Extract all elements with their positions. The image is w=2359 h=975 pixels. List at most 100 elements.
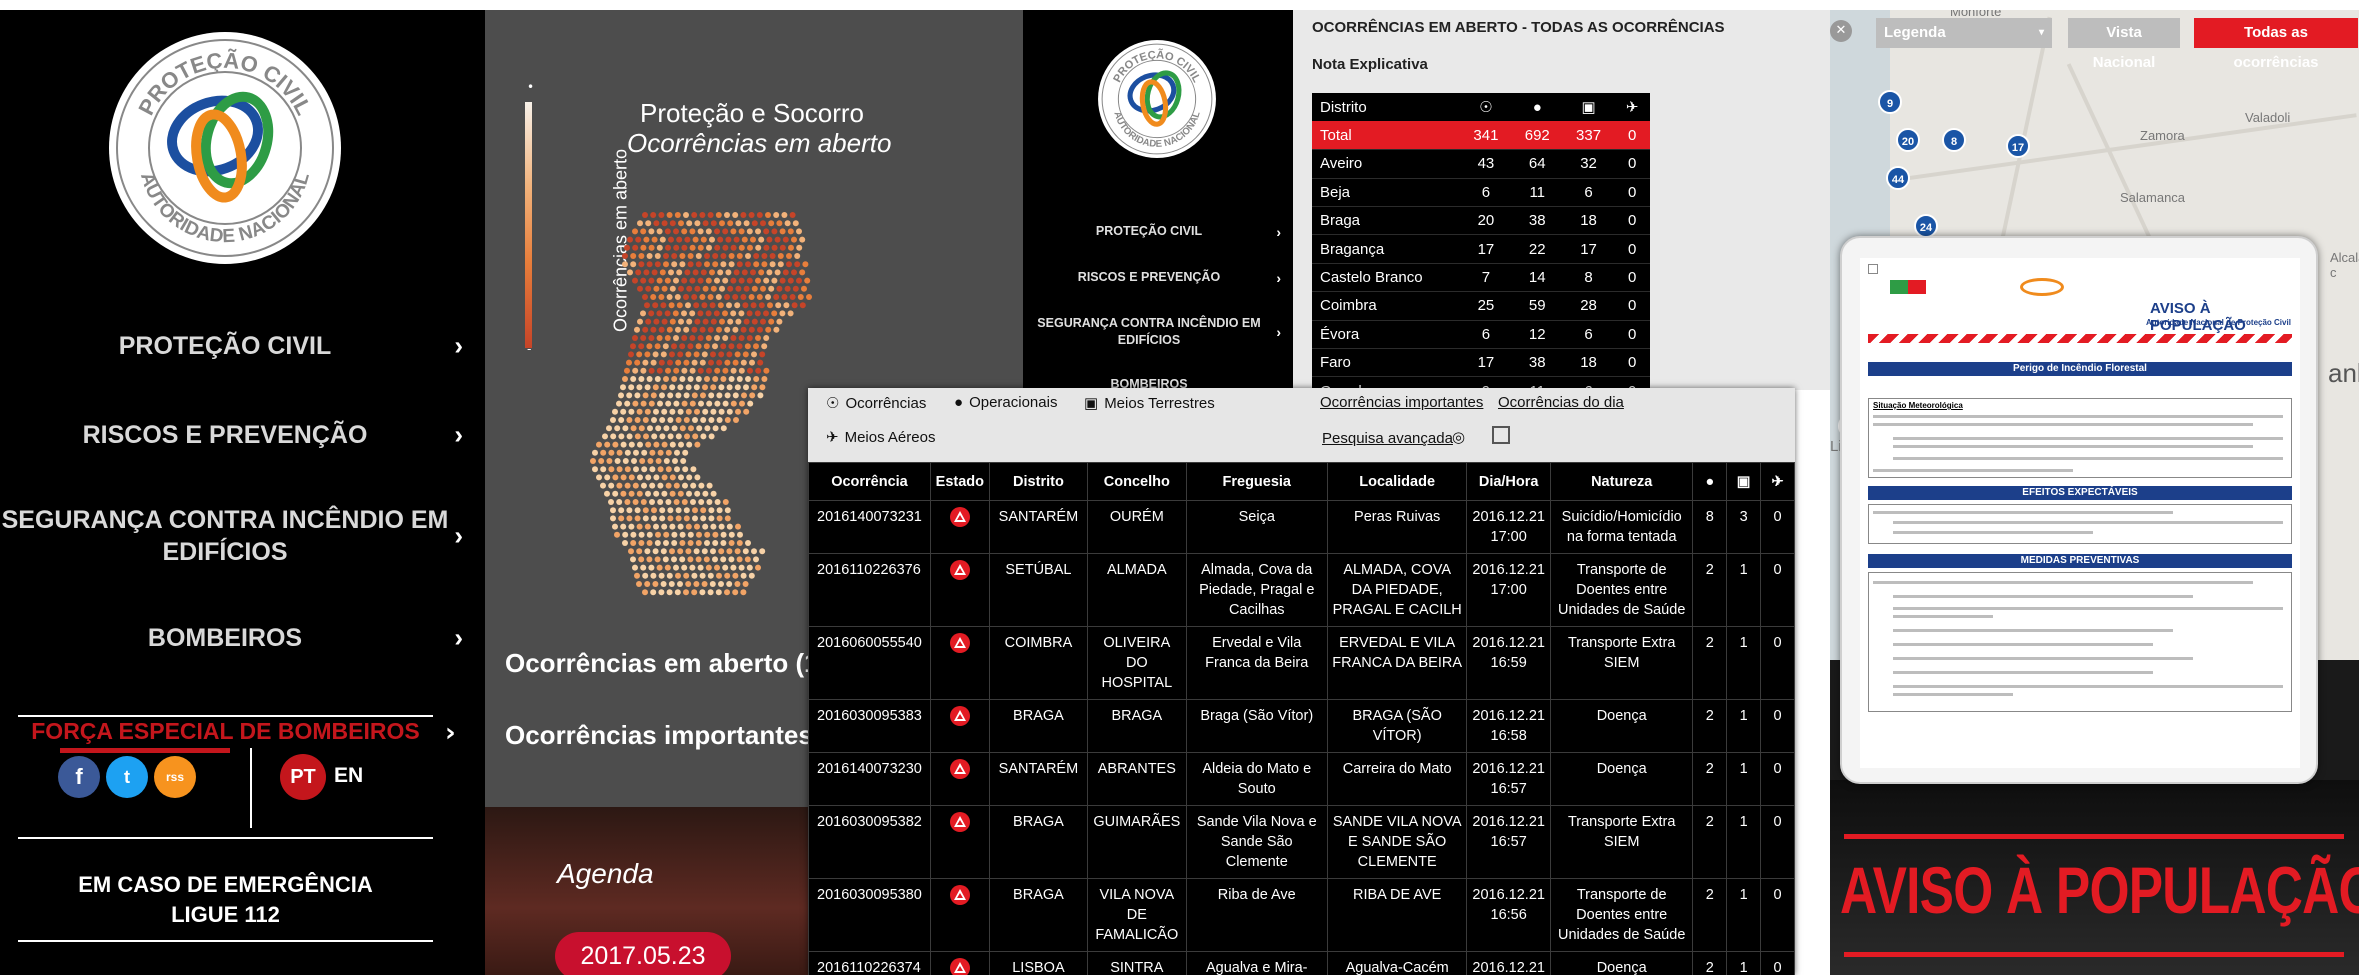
sidebar-item-riscos[interactable]: RISCOS E PREVENÇÃO › [0,419,485,451]
settings-icon[interactable]: ◎ [1452,428,1465,446]
sidebar-item-forca-especial[interactable]: FORÇA ESPECIAL DE BOMBEIROS [18,718,433,745]
map-dot [636,490,643,497]
map-dot [755,244,762,251]
sidebar-item-protecao-civil[interactable]: PROTEÇÃO CIVIL › [0,330,485,362]
map-dot [678,285,684,292]
table-row[interactable]: 2016030095383 BRAGA BRAGA Braga (São Vítor)… [808,699,1795,753]
map-marker[interactable]: 44 [1886,166,1910,190]
map-dot [675,392,682,399]
all-occurrences-button[interactable]: Todas as ocorrências [2194,18,2358,71]
map-dot [662,343,669,350]
col-distrito[interactable]: Distrito [988,462,1089,501]
close-icon[interactable]: ✕ [1830,20,1852,42]
table-row[interactable]: 2016030095380 BRAGA VILA NOVA DE FAMALICÃO… [808,878,1795,952]
table-row[interactable]: 2016110226376 SETÚBAL ALMADA Almada, Cova d… [808,553,1795,627]
map-dot [622,425,629,432]
important-occurrences-label[interactable]: Ocorrências importantes [505,720,813,751]
national-view-button[interactable]: Vista Nacional [2068,18,2180,71]
important-occurrences-link[interactable]: Ocorrências importantes [1320,394,1483,411]
explanatory-note-link[interactable]: Nota Explicativa [1312,56,1428,73]
tab-meios-terrestres[interactable]: ▣ Meios Terrestres [1084,394,1215,413]
table-row[interactable]: 2016140073231 SANTARÉM OURÉM Seiça Peras Rui… [808,500,1795,554]
map-dot [628,351,634,358]
advanced-search-link[interactable]: Pesquisa avançada [1322,430,1453,447]
col-localidade[interactable]: Localidade [1326,462,1468,501]
map-marker[interactable]: 17 [2006,134,2030,158]
map-dot [699,589,706,596]
map-dot [782,236,789,243]
notice-document-tablet[interactable]: AVISO À POPULAÇÃO Autoridade Nacional de… [1840,236,2318,784]
menu-item-seguranca[interactable]: SEGURANÇA CONTRA INCÊNDIO EM EDIFÍCIOS › [1023,315,1293,349]
stat-value: 341 [1460,121,1512,150]
agenda-date-badge[interactable]: 2017.05.23 [555,932,731,975]
menu-item-protecao-civil[interactable]: PROTEÇÃO CIVIL › [1023,223,1293,240]
anpc-logo[interactable]: PROTEÇÃO CIVIL AUTORIDADE NACIONAL [1096,38,1218,160]
map-dot [644,581,651,587]
col-estado[interactable]: Estado [929,462,990,501]
map-marker[interactable]: 8 [1942,128,1966,152]
tab-ocorrencias[interactable]: ☉ Ocorrências [826,394,926,413]
map-marker[interactable]: 9 [1878,90,1902,114]
map-dot [720,261,727,268]
map-dot [732,212,739,218]
anpc-logo[interactable]: PROTEÇÃO CIVIL AUTORIDADE NACIONAL [105,28,345,268]
map-dot [667,507,674,514]
sidebar-item-seguranca[interactable]: SEGURANÇA CONTRA INCÊNDIO EM EDIFÍCIOS › [0,504,485,568]
municipality: VILA NOVA DE FAMALICÃO [1087,878,1187,952]
map-dot [673,335,679,341]
map-dot [662,556,669,563]
divider [18,940,433,942]
map-marker[interactable]: 20 [1896,128,1920,152]
map-dot [650,392,657,399]
daily-occurrences-link[interactable]: Ocorrências do dia [1498,394,1624,411]
occurrences-icon: ☉ [826,395,840,412]
lang-pt-button[interactable]: PT [280,754,326,800]
map-dot [606,458,613,464]
open-occurrences-label[interactable]: Ocorrências em aberto (1 [505,648,819,679]
map-dot [722,277,729,284]
rss-icon[interactable]: rss [154,756,196,798]
doc-text-line [1893,629,2173,632]
map-dot [667,359,673,366]
lang-en-button[interactable]: EN [334,764,363,788]
sidebar-item-bombeiros[interactable]: BOMBEIROS › [0,622,485,654]
map-dot [716,515,723,522]
map-dot [776,318,783,325]
col-natureza[interactable]: Natureza [1549,462,1694,501]
table-row[interactable]: 2016110226374 LISBOA SINTRA Agualva e Mira-… [808,951,1795,975]
district-name: Faro [1312,348,1461,377]
legend-dropdown[interactable]: Legenda ▾ [1876,18,2052,48]
aircraft-count: 0 [1760,951,1795,975]
map-dot [718,581,724,587]
map-dot [658,572,665,579]
map-dot [675,507,682,514]
twitter-icon[interactable]: t [106,756,148,798]
table-row[interactable]: 2016060055540 COIMBRA OLIVEIRA DO HOSPITAL… [808,626,1795,700]
anpc-small-logo [2020,278,2064,296]
map-dot [738,244,745,251]
table-row[interactable]: 2016140073230 SANTARÉM ABRANTES Aldeia do M… [808,752,1795,806]
col-freguesia[interactable]: Freguesia [1185,462,1328,501]
map-dot [765,326,772,333]
map-dot [726,581,733,587]
map-dot [689,400,696,407]
col-concelho[interactable]: Concelho [1087,462,1187,501]
map-dot [690,499,696,505]
map-dot [693,384,700,391]
col-dia-hora[interactable]: Dia/Hora [1466,462,1551,501]
warning-status-icon [949,507,970,528]
map-dot [738,335,745,341]
facebook-icon[interactable]: f [58,756,100,798]
col-ocorrencia[interactable]: Ocorrência [808,462,931,501]
tab-meios-aereos[interactable]: ✈ Meios Aéreos [826,428,935,447]
map-dot [768,318,775,325]
map-dot [671,376,678,382]
menu-item-riscos[interactable]: RISCOS E PREVENÇÃO › [1023,269,1293,286]
table-row[interactable]: 2016030095382 BRAGA GUIMARÃES Sande Vila No… [808,805,1795,879]
map-marker[interactable]: 24 [1914,214,1938,238]
map-dot [652,548,659,555]
tab-operacionais[interactable]: ● Operacionais [954,394,1057,411]
map-dot [675,572,681,579]
external-link-icon[interactable] [1492,426,1510,444]
map-dot [610,433,617,440]
